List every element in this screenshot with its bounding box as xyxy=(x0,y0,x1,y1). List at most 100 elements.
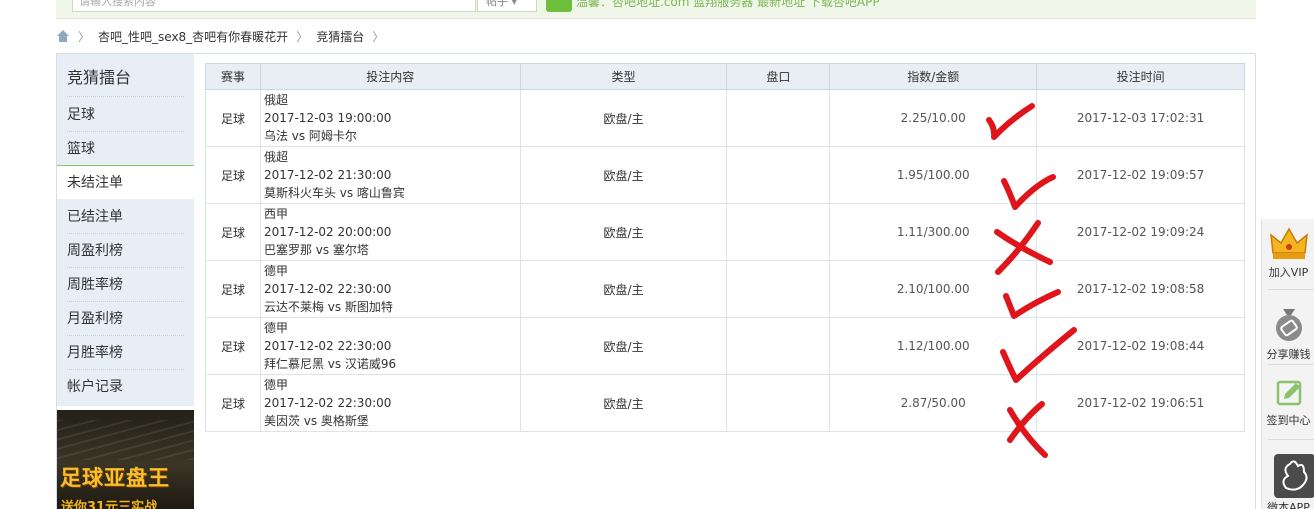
sidebar-item-label: 月盈利榜 xyxy=(67,311,123,327)
cell-type: 欧盘/主 xyxy=(519,146,728,204)
cell-content: 西甲 2017-12-02 20:00:00 巴塞罗那 vs 塞尔塔 xyxy=(259,203,521,261)
sidebar-item-monthly-profit-rank[interactable]: 月盈利榜 xyxy=(57,302,194,336)
search-input[interactable]: 请输入搜索内容 xyxy=(72,0,476,12)
sidebar-item-label: 月胜率榜 xyxy=(67,345,123,361)
cell-handicap xyxy=(726,203,831,261)
cell-bet-time: 2017-12-03 17:02:31 xyxy=(1036,89,1245,147)
app-icon xyxy=(1282,460,1308,491)
breadcrumb-forum-link[interactable]: 杏吧_性吧_sex8_杏吧有你春暖花开 xyxy=(98,28,288,45)
match-teams: 拜仁慕尼黑 vs 汉诺威96 xyxy=(263,357,397,371)
table-row: 足球 西甲 2017-12-02 20:00:00 巴塞罗那 vs 塞尔塔 欧盘/主… xyxy=(205,203,1245,261)
table-row: 足球 德甲 2017-12-02 22:30:00 拜仁慕尼黑 vs 汉诺威96 欧… xyxy=(205,317,1245,375)
app-download-tile[interactable] xyxy=(1274,454,1314,498)
toolbar-divider xyxy=(1268,439,1314,440)
pencil-icon xyxy=(1276,380,1301,406)
banner-title: 足球亚盘王 xyxy=(60,466,170,490)
app-label: 微本APP xyxy=(1267,501,1310,509)
sidebar-item-account-records[interactable]: 帐户记录 xyxy=(57,370,194,404)
column-header-event: 赛事 xyxy=(205,63,261,90)
breadcrumb-current[interactable]: 竞猜擂台 xyxy=(316,28,364,45)
cell-type: 欧盘/主 xyxy=(519,89,728,147)
sidebar-item-label: 已结注单 xyxy=(67,209,123,225)
match-datetime: 2017-12-02 22:30:00 xyxy=(263,282,392,296)
cell-type: 欧盘/主 xyxy=(519,203,728,261)
match-datetime: 2017-12-02 21:30:00 xyxy=(263,168,392,182)
check-in-button[interactable]: 签到中心 xyxy=(1262,379,1314,428)
share-earn-button[interactable]: 分享赚钱 xyxy=(1262,303,1314,362)
sidebar-item-settled-bets[interactable]: 已结注单 xyxy=(57,200,194,234)
share-earn-label: 分享赚钱 xyxy=(1266,348,1311,361)
cell-bet-time: 2017-12-02 19:08:44 xyxy=(1036,317,1245,375)
cell-content: 德甲 2017-12-02 22:30:00 拜仁慕尼黑 vs 汉诺威96 xyxy=(259,317,521,375)
sidebar-item-weekly-winrate-rank[interactable]: 周胜率榜 xyxy=(57,268,194,302)
cell-event: 足球 xyxy=(205,203,261,261)
table-row: 足球 俄超 2017-12-03 19:00:00 乌法 vs 阿姆卡尔 欧盘/主 … xyxy=(205,89,1245,147)
toolbar-divider xyxy=(1268,364,1314,365)
search-type-select[interactable]: 帖子 ▾ xyxy=(477,0,537,12)
table-header-row: 赛事 投注内容 类型 盘口 指数/金额 投注时间 xyxy=(205,63,1245,90)
join-vip-button[interactable]: 加入VIP xyxy=(1262,227,1314,280)
match-teams: 莫斯科火车头 vs 喀山鲁宾 xyxy=(263,186,405,200)
cell-bet-time: 2017-12-02 19:09:57 xyxy=(1036,146,1245,204)
cell-type: 欧盘/主 xyxy=(519,374,728,432)
cell-handicap xyxy=(726,317,831,375)
floating-toolbar: 加入VIP 分享赚钱 签到中心 微本APP xyxy=(1261,219,1314,509)
home-icon[interactable] xyxy=(56,30,70,42)
sidebar-item-unsettled-bets[interactable]: 未结注单 xyxy=(57,165,194,199)
cell-odds-amount: 1.11/300.00 xyxy=(829,203,1038,261)
cell-odds-amount: 2.25/10.00 xyxy=(829,89,1038,147)
league-link[interactable]: 德甲 xyxy=(264,262,520,280)
cell-type: 欧盘/主 xyxy=(519,317,728,375)
league-link[interactable]: 德甲 xyxy=(264,319,520,337)
match-datetime: 2017-12-02 20:00:00 xyxy=(263,225,392,239)
money-bag-icon xyxy=(1275,309,1302,341)
cell-content: 俄超 2017-12-02 21:30:00 莫斯科火车头 vs 喀山鲁宾 xyxy=(259,146,521,204)
check-in-label: 签到中心 xyxy=(1266,414,1311,427)
column-header-handicap: 盘口 xyxy=(726,63,831,90)
breadcrumb: 〉 杏吧_性吧_sex8_杏吧有你春暖花开 〉 竞猜擂台 〉 xyxy=(56,28,384,44)
cell-event: 足球 xyxy=(205,374,261,432)
breadcrumb-separator: 〉 xyxy=(372,29,385,44)
match-teams: 云达不莱梅 vs 斯图加特 xyxy=(263,300,393,314)
cell-event: 足球 xyxy=(205,317,261,375)
sidebar-item-label: 未结注单 xyxy=(67,175,123,191)
cell-odds-amount: 2.10/100.00 xyxy=(829,260,1038,318)
match-teams: 美因茨 vs 奥格斯堡 xyxy=(263,414,369,428)
ad-banner[interactable]: 足球亚盘王 送你31元三实战 xyxy=(57,410,194,509)
sidebar: 竞猜擂台 足球 篮球 未结注单 已结注单 周盈利榜 周胜率榜 月盈利榜 月胜率榜… xyxy=(57,54,194,406)
sidebar-item-weekly-profit-rank[interactable]: 周盈利榜 xyxy=(57,234,194,268)
sidebar-item-label: 帐户记录 xyxy=(67,379,123,395)
column-header-content: 投注内容 xyxy=(259,63,521,90)
toolbar-divider xyxy=(1268,289,1314,290)
match-datetime: 2017-12-02 22:30:00 xyxy=(263,339,392,353)
sidebar-title: 竞猜擂台 xyxy=(67,68,132,87)
cell-content: 德甲 2017-12-02 22:30:00 美因茨 vs 奥格斯堡 xyxy=(259,374,521,432)
sidebar-item-label: 足球 xyxy=(67,107,95,123)
sidebar-item-monthly-winrate-rank[interactable]: 月胜率榜 xyxy=(57,336,194,370)
cell-bet-time: 2017-12-02 19:06:51 xyxy=(1036,374,1245,432)
match-datetime: 2017-12-02 22:30:00 xyxy=(263,396,392,410)
table-row: 足球 德甲 2017-12-02 22:30:00 美因茨 vs 奥格斯堡 欧盘/主… xyxy=(205,374,1245,432)
league-link[interactable]: 俄超 xyxy=(264,148,520,166)
sidebar-item-label: 周胜率榜 xyxy=(67,277,123,293)
column-header-odds-amount: 指数/金额 xyxy=(829,63,1038,90)
cell-handicap xyxy=(726,260,831,318)
cell-content: 德甲 2017-12-02 22:30:00 云达不莱梅 vs 斯图加特 xyxy=(259,260,521,318)
sidebar-item-label: 周盈利榜 xyxy=(67,243,123,259)
cell-event: 足球 xyxy=(205,146,261,204)
league-link[interactable]: 西甲 xyxy=(264,205,520,223)
cell-content: 俄超 2017-12-03 19:00:00 乌法 vs 阿姆卡尔 xyxy=(259,89,521,147)
banner-subtitle: 送你31元三实战 xyxy=(61,500,158,509)
search-button[interactable] xyxy=(546,0,572,12)
sidebar-item-football[interactable]: 足球 xyxy=(57,98,194,132)
league-link[interactable]: 俄超 xyxy=(264,91,520,109)
sidebar-item-basketball[interactable]: 篮球 xyxy=(57,132,194,166)
top-notice-link[interactable]: 温馨：杏吧地址.com 蓝翔服务器 最新地址 下载杏吧APP xyxy=(576,0,880,10)
cell-bet-time: 2017-12-02 19:08:58 xyxy=(1036,260,1245,318)
league-link[interactable]: 德甲 xyxy=(264,376,520,394)
crown-icon xyxy=(1269,227,1308,259)
column-header-type: 类型 xyxy=(519,63,728,90)
cell-handicap xyxy=(726,374,831,432)
cell-handicap xyxy=(726,146,831,204)
cell-event: 足球 xyxy=(205,89,261,147)
